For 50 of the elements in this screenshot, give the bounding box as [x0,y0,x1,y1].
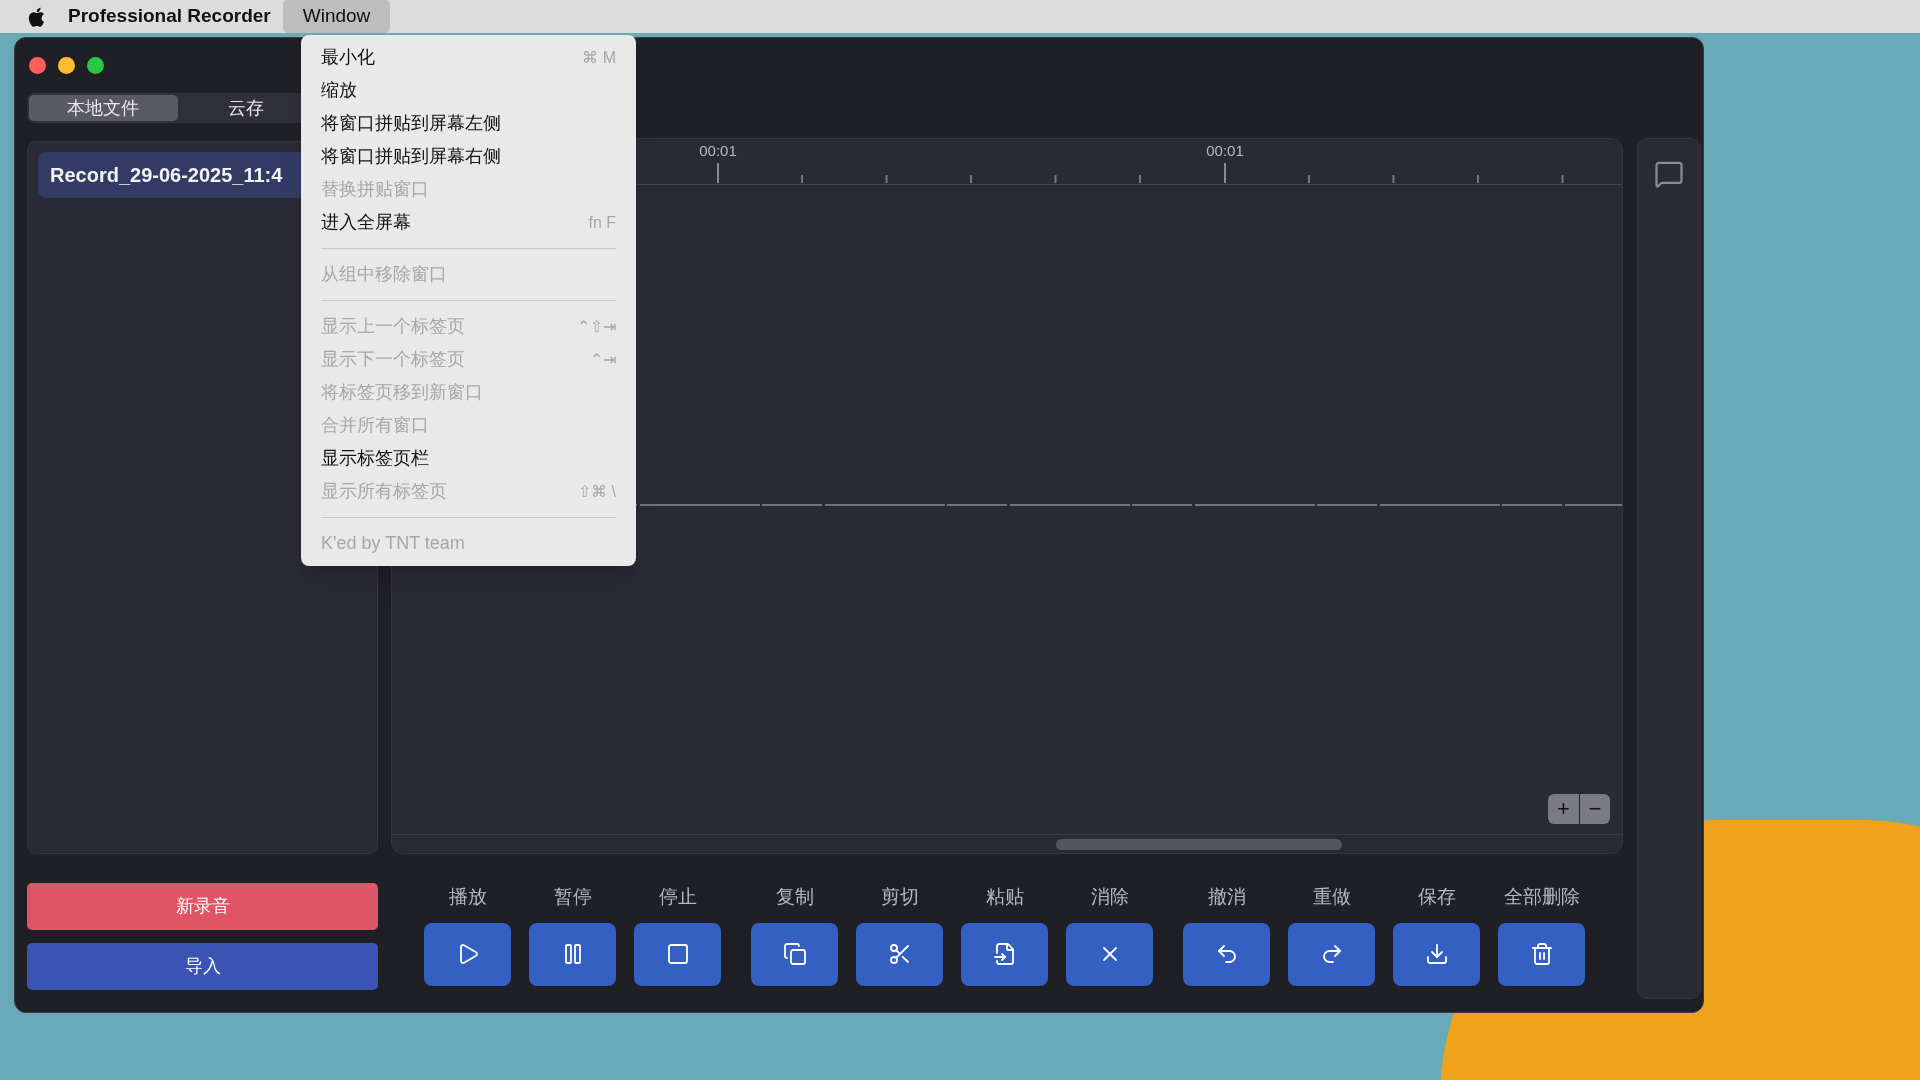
button-caption: 撤消 [1207,885,1246,909]
menu-item[interactable]: 显示标签页栏 [321,442,616,475]
speech-bubble-icon[interactable] [1654,159,1684,189]
zoom-out-button[interactable]: − [1579,794,1610,824]
menu-item[interactable]: 最小化 ⌘ M [321,41,616,74]
menu-item[interactable]: 缩放 [321,74,616,107]
trash-icon [1529,942,1554,966]
button-caption: 暂停 [553,885,592,909]
save-icon [1424,942,1449,966]
button-caption: 复制 [775,885,814,909]
stop-icon [665,942,690,966]
tab[interactable]: 本地文件 [29,95,178,121]
scissors-icon [887,942,912,966]
button-caption: 停止 [658,885,697,909]
minimize-window-button[interactable] [58,57,75,74]
toolbar-button[interactable] [1393,922,1480,986]
close-window-button[interactable] [29,57,46,74]
toolbar-button[interactable] [424,922,511,986]
import-button[interactable]: 导入 [27,943,378,990]
shortcut-label: ⌘ M [582,47,616,68]
shortcut-label: ⇧⌘ \ [578,481,616,502]
menu-item[interactable]: 进入全屏幕 fn F [321,206,616,239]
button-caption: 全部删除 [1503,885,1580,909]
new-recording-button[interactable]: 新录音 [27,883,378,930]
button-caption: 粘贴 [985,885,1024,909]
button-caption: 保存 [1417,885,1456,909]
scrollbar-thumb[interactable] [1056,839,1342,850]
menu-item[interactable]: 将窗口拼贴到屏幕左侧 [321,107,616,140]
button-caption: 剪切 [880,885,919,909]
app-name[interactable]: Professional Recorder [68,2,271,31]
shortcut-label: ⌃⇥ [590,349,616,370]
zoom-in-button[interactable]: + [1548,794,1579,824]
toolbar-button[interactable] [529,922,616,986]
button-caption: 消除 [1090,885,1129,909]
apple-logo-icon[interactable] [26,5,46,28]
button-caption: 播放 [448,885,487,909]
zoom-window-button[interactable] [87,57,104,74]
menu-title[interactable]: Window [282,0,391,33]
shortcut-label: ⌃⇧⇥ [577,316,616,337]
time-label: 00:01 [1206,142,1244,159]
toolbar-button[interactable] [751,922,838,986]
toolbar-button[interactable] [856,922,943,986]
time-label: 00:01 [699,142,737,159]
copy-icon [782,942,807,966]
toolbar-button[interactable] [1498,922,1585,986]
toolbar-button[interactable] [634,922,721,986]
button-caption: 重做 [1312,885,1351,909]
shortcut-label: fn F [588,212,616,233]
toolbar-button[interactable] [961,922,1048,986]
paste-icon [992,942,1017,966]
